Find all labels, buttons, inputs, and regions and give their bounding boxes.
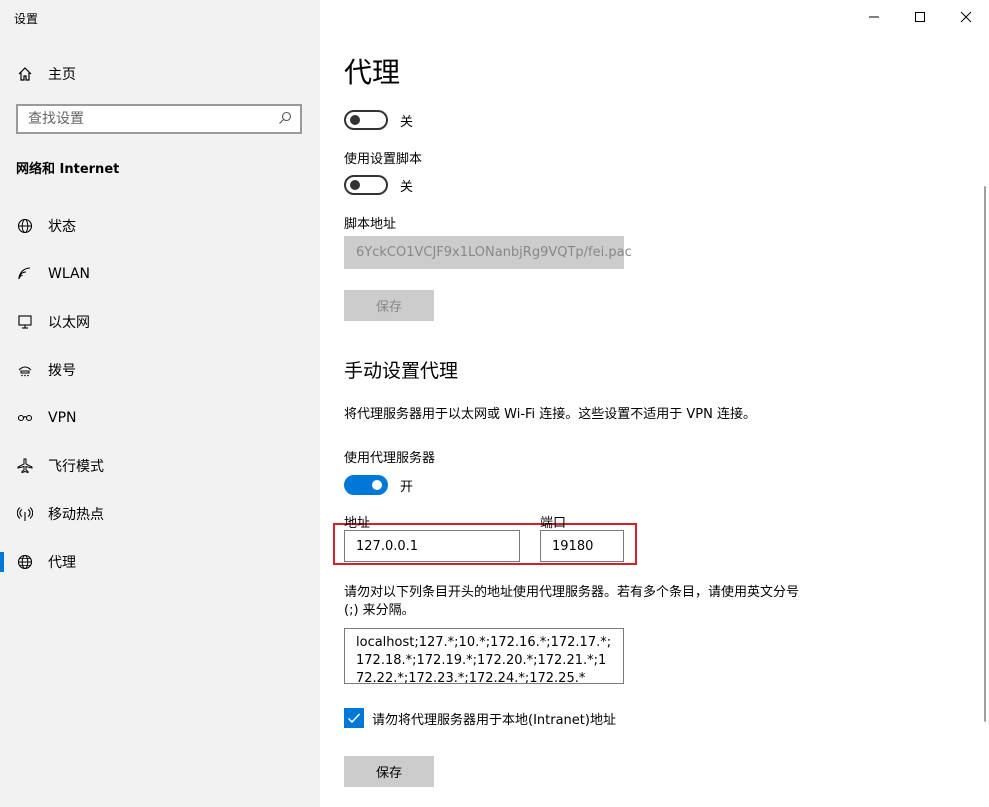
use-script-state: 关 — [400, 179, 414, 195]
sidebar-item-label: 拨号 — [48, 363, 76, 379]
section-title: 网络和 Internet — [16, 162, 120, 177]
globe-status-icon — [16, 217, 34, 235]
sidebar-item-label: 代理 — [48, 555, 76, 571]
auto-detect-toggle[interactable] — [344, 110, 388, 130]
home-link[interactable]: 主页 — [16, 60, 76, 88]
manual-proxy-heading: 手动设置代理 — [344, 360, 459, 382]
sidebar-item-label: WLAN — [48, 266, 91, 282]
sidebar-item-dialup[interactable]: 拨号 — [0, 346, 320, 394]
use-proxy-toggle[interactable] — [344, 475, 388, 495]
address-label: 地址 — [344, 516, 371, 531]
sidebar-item-ethernet[interactable]: 以太网 — [0, 298, 320, 346]
use-script-label: 使用设置脚本 — [344, 152, 423, 167]
use-script-toggle[interactable] — [344, 175, 388, 195]
page-title: 代理 — [344, 56, 401, 89]
use-proxy-toggle-row: 开 — [344, 475, 413, 495]
port-label: 端口 — [540, 516, 567, 531]
sidebar-item-airplane[interactable]: 飞行模式 — [0, 442, 320, 490]
airplane-icon — [16, 457, 34, 475]
search-icon[interactable] — [278, 110, 292, 129]
bypass-local-label: 请勿将代理服务器用于本地(Intranet)地址 — [372, 712, 616, 728]
script-address-field[interactable]: 6YckCO1VCJF9x1LONanbjRg9VQTp/fei.pac — [344, 236, 632, 269]
scrollbar[interactable] — [984, 186, 986, 722]
sidebar-item-hotspot[interactable]: 移动热点 — [0, 490, 320, 538]
sidebar-item-label: 状态 — [48, 219, 76, 235]
globe-icon — [16, 553, 34, 571]
sidebar-item-label: VPN — [48, 410, 77, 426]
wifi-icon — [16, 265, 34, 283]
script-address-label: 脚本地址 — [344, 217, 397, 232]
ethernet-icon — [16, 313, 34, 331]
search-input[interactable] — [28, 111, 268, 127]
sidebar-item-vpn[interactable]: VPN — [0, 394, 320, 442]
search-box[interactable] — [16, 104, 302, 134]
save-manual-button[interactable]: 保存 — [344, 756, 434, 787]
sidebar-nav: 状态 WLAN 以太网 拨号 VPN 飞行模式 移动热点 代理 — [0, 202, 320, 586]
auto-detect-toggle-row: 关 — [344, 110, 413, 130]
save-script-button[interactable]: 保存 — [344, 290, 434, 321]
hotspot-icon — [16, 505, 34, 523]
dialup-icon — [16, 361, 34, 379]
main-content: 代理 关 使用设置脚本 关 脚本地址 6YckCO1VCJF9x1LONanbj… — [333, 0, 964, 807]
port-field[interactable]: 19180 — [540, 530, 624, 562]
use-script-toggle-row: 关 — [344, 175, 413, 195]
manual-proxy-description: 将代理服务器用于以太网或 Wi-Fi 连接。这些设置不适用于 VPN 连接。 — [344, 407, 757, 422]
sidebar-item-status[interactable]: 状态 — [0, 202, 320, 250]
home-label: 主页 — [48, 67, 76, 83]
sidebar-item-label: 移动热点 — [48, 507, 104, 523]
vpn-icon — [16, 409, 34, 427]
app-title: 设置 — [14, 12, 39, 26]
use-proxy-label: 使用代理服务器 — [344, 451, 436, 466]
sidebar-item-label: 飞行模式 — [48, 459, 104, 475]
bypass-local-row: 请勿将代理服务器用于本地(Intranet)地址 — [344, 708, 616, 728]
sidebar: 设置 主页 网络和 Internet 状态 WLAN — [0, 0, 320, 807]
home-icon — [16, 65, 34, 83]
checkmark-icon — [347, 713, 361, 724]
sidebar-item-label: 以太网 — [48, 315, 90, 331]
auto-detect-state: 关 — [400, 114, 414, 130]
exceptions-field[interactable]: localhost;127.*;10.*;172.16.*;172.17.*;1… — [344, 628, 624, 684]
exceptions-description: 请勿对以下列条目开头的地址使用代理服务器。若有多个条目，请使用英文分号 (;) … — [344, 585, 800, 618]
sidebar-item-proxy[interactable]: 代理 — [0, 538, 320, 586]
use-proxy-state: 开 — [400, 479, 414, 495]
bypass-local-checkbox[interactable] — [344, 708, 364, 728]
sidebar-item-wlan[interactable]: WLAN — [0, 250, 320, 298]
address-field[interactable]: 127.0.0.1 — [344, 530, 520, 562]
